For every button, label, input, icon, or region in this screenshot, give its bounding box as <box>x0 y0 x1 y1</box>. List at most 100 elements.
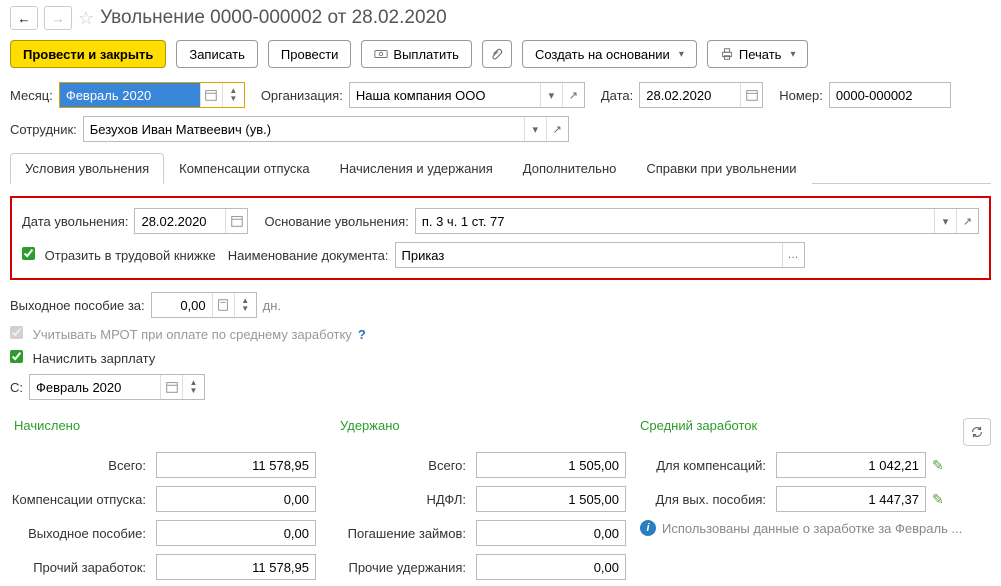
severance-days-input[interactable] <box>152 293 212 317</box>
calendar-icon <box>165 380 179 394</box>
docname-label: Наименование документа: <box>228 248 389 263</box>
org-dropdown-button[interactable]: ▾ <box>540 83 562 107</box>
accrue-salary-checkbox[interactable] <box>10 350 23 363</box>
calendar-icon <box>230 214 244 228</box>
dismissal-date-calendar-button[interactable] <box>225 209 247 233</box>
tabs: Условия увольнения Компенсации отпуска Н… <box>10 152 991 184</box>
accrued-vac-label: Компенсации отпуска: <box>10 492 150 507</box>
month-input-wrap: ▲▼ <box>59 82 245 108</box>
workbook-checkbox-label[interactable]: Отразить в трудовой книжке <box>22 247 216 263</box>
dismissal-basis-open-button[interactable]: ↗ <box>956 209 978 233</box>
dismissal-date-input[interactable] <box>135 209 225 233</box>
employee-open-button[interactable]: ↗ <box>546 117 568 141</box>
accrue-salary-checkbox-label[interactable]: Начислить зарплату <box>10 350 155 366</box>
avg-comp-label: Для компенсаций: <box>640 458 770 473</box>
severance-unit: дн. <box>263 298 281 313</box>
number-input[interactable] <box>830 83 950 107</box>
mrot-help-icon[interactable]: ? <box>358 327 366 342</box>
mrot-checkbox <box>10 326 23 339</box>
dismissal-basis-dropdown-button[interactable]: ▾ <box>934 209 956 233</box>
nav-back-button[interactable]: ← <box>10 6 38 30</box>
save-button[interactable]: Записать <box>176 40 258 68</box>
calendar-icon <box>745 88 759 102</box>
print-button-label: Печать <box>739 47 782 62</box>
from-label: С: <box>10 380 23 395</box>
accrue-salary-label-text: Начислить зарплату <box>33 351 156 366</box>
accrued-total-label: Всего: <box>10 458 150 473</box>
from-month-input[interactable] <box>30 375 160 399</box>
avg-sev-value[interactable] <box>776 486 926 512</box>
tab-additional[interactable]: Дополнительно <box>508 153 632 184</box>
avg-comp-value[interactable] <box>776 452 926 478</box>
number-label: Номер: <box>779 88 823 103</box>
accrued-header: Начислено <box>10 418 340 446</box>
refresh-icon <box>970 425 984 439</box>
withheld-loans-value[interactable] <box>476 520 626 546</box>
avg-header: Средний заработок <box>640 418 963 446</box>
attachments-button[interactable] <box>482 40 512 68</box>
accrued-sev-label: Выходное пособие: <box>10 526 150 541</box>
info-icon[interactable]: i <box>640 520 656 536</box>
dismissal-basis-label: Основание увольнения: <box>264 214 408 229</box>
pay-button[interactable]: Выплатить <box>361 40 472 68</box>
accrued-other-label: Прочий заработок: <box>10 560 150 575</box>
org-label: Организация: <box>261 88 343 103</box>
severance-calc-button[interactable] <box>212 293 234 317</box>
withheld-total-label: Всего: <box>340 458 470 473</box>
employee-label: Сотрудник: <box>10 122 77 137</box>
withheld-loans-label: Погашение займов: <box>340 526 470 541</box>
org-input[interactable] <box>350 83 540 107</box>
pay-button-label: Выплатить <box>393 47 459 62</box>
avg-sev-edit-icon[interactable]: ✎ <box>932 491 944 508</box>
accrued-other-value[interactable] <box>156 554 316 580</box>
dismissal-date-label: Дата увольнения: <box>22 214 128 229</box>
calendar-icon <box>204 88 218 102</box>
tab-conditions[interactable]: Условия увольнения <box>10 153 164 184</box>
calculator-icon <box>216 298 230 312</box>
from-calendar-button[interactable] <box>160 375 182 399</box>
withheld-header: Удержано <box>340 418 640 446</box>
docname-input[interactable] <box>396 243 782 267</box>
employee-input[interactable] <box>84 117 524 141</box>
printer-icon <box>720 47 734 61</box>
employee-dropdown-button[interactable]: ▾ <box>524 117 546 141</box>
page-title: Увольнение 0000-000002 от 28.02.2020 <box>100 7 447 29</box>
post-button[interactable]: Провести <box>268 40 352 68</box>
avg-comp-edit-icon[interactable]: ✎ <box>932 457 944 474</box>
accrued-vac-value[interactable] <box>156 486 316 512</box>
withheld-ndfl-label: НДФЛ: <box>340 492 470 507</box>
avg-sev-label: Для вых. пособия: <box>640 492 770 507</box>
tab-references[interactable]: Справки при увольнении <box>631 153 811 184</box>
create-based-on-button[interactable]: Создать на основании <box>522 40 697 68</box>
docname-browse-button[interactable]: … <box>782 243 804 267</box>
tab-accruals[interactable]: Начисления и удержания <box>325 153 508 184</box>
dismissal-highlight-box: Дата увольнения: Основание увольнения: ▾… <box>10 196 991 280</box>
from-spinner-button[interactable]: ▲▼ <box>182 375 204 399</box>
org-open-button[interactable]: ↗ <box>562 83 584 107</box>
refresh-button[interactable] <box>963 418 991 446</box>
month-input[interactable] <box>60 83 200 107</box>
severance-label: Выходное пособие за: <box>10 298 145 313</box>
accrued-total-value[interactable] <box>156 452 316 478</box>
withheld-other-value[interactable] <box>476 554 626 580</box>
date-input[interactable] <box>640 83 740 107</box>
tab-vacation-comp[interactable]: Компенсации отпуска <box>164 153 325 184</box>
mrot-checkbox-label[interactable]: Учитывать МРОТ при оплате по среднему за… <box>10 326 352 342</box>
severance-spinner-button[interactable]: ▲▼ <box>234 293 256 317</box>
paperclip-icon <box>490 47 504 61</box>
accrued-sev-value[interactable] <box>156 520 316 546</box>
dismissal-basis-input[interactable] <box>416 209 934 233</box>
post-and-close-button[interactable]: Провести и закрыть <box>10 40 166 68</box>
withheld-ndfl-value[interactable] <box>476 486 626 512</box>
mrot-label-text: Учитывать МРОТ при оплате по среднему за… <box>33 327 352 342</box>
month-label: Месяц: <box>10 88 53 103</box>
withheld-total-value[interactable] <box>476 452 626 478</box>
month-calendar-button[interactable] <box>200 83 222 107</box>
workbook-checkbox[interactable] <box>22 247 35 260</box>
month-spinner-button[interactable]: ▲▼ <box>222 83 244 107</box>
date-calendar-button[interactable] <box>740 83 762 107</box>
favorite-star-icon[interactable]: ☆ <box>78 8 94 29</box>
withheld-other-label: Прочие удержания: <box>340 560 470 575</box>
print-button[interactable]: Печать <box>707 40 809 68</box>
nav-forward-button[interactable]: → <box>44 6 72 30</box>
